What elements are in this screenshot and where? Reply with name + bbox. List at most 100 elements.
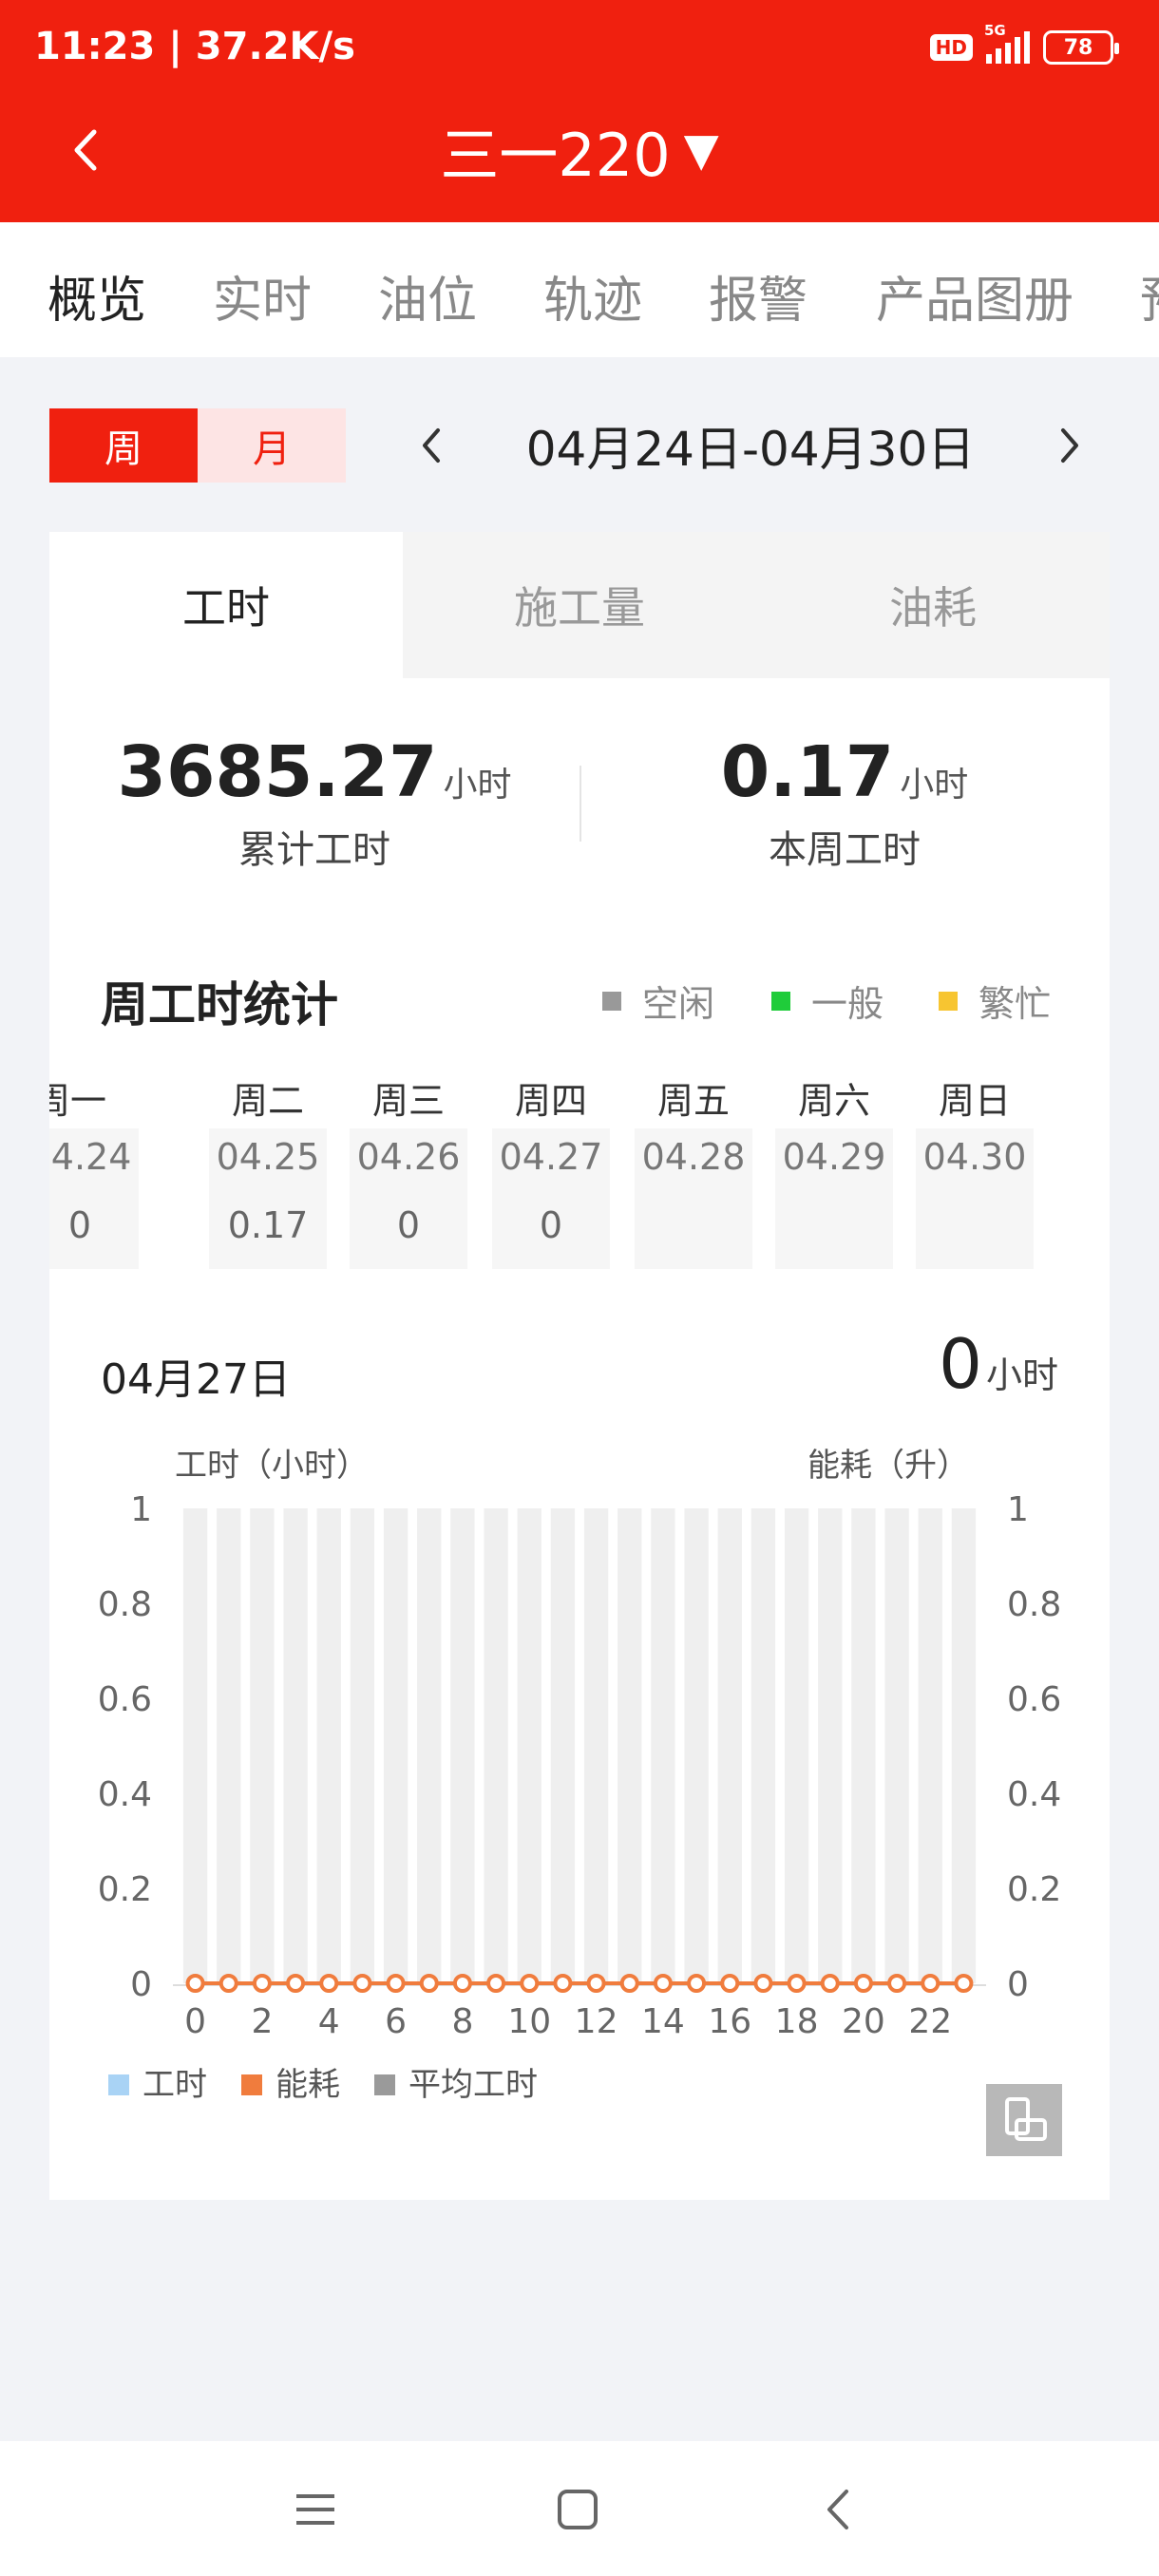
background-column [283,1508,308,1983]
background-column [550,1508,576,1983]
day-hours: 0.17 [227,1204,309,1246]
background-column [250,1508,275,1983]
day-date: 04.30 [922,1136,1027,1178]
next-range-button[interactable] [1041,410,1098,481]
background-column [651,1508,675,1983]
background-column [484,1508,508,1983]
x-tick-label: 4 [318,2002,340,2041]
day-box: 04.24 0 [49,1128,139,1269]
background-column [717,1508,742,1983]
day-box: 04.26 0 [350,1128,467,1269]
week-toggle[interactable]: 周 [49,408,198,483]
energy-point [820,1974,840,1993]
day-date: 04.29 [782,1136,886,1178]
home-icon [558,2490,598,2529]
tab-oil-level[interactable]: 油位 [378,260,477,331]
day-name: 周五 [656,1080,730,1122]
chart-legend-swatch [241,2074,262,2095]
day-name: 周二 [231,1080,304,1122]
x-tick-label: 2 [251,2002,273,2041]
background-column [383,1508,408,1983]
energy-point [619,1974,639,1993]
day-date: 04.25 [216,1136,320,1178]
tab-overview[interactable]: 概览 [48,260,147,331]
day-date: 04.28 [641,1136,746,1178]
selected-day-value: 0 [939,1324,982,1404]
energy-point [352,1974,372,1993]
energy-point [386,1974,406,1993]
day-cell[interactable]: 周六 04.29 [775,1071,893,1271]
day-cell[interactable]: 周日 04.30 [916,1071,1034,1271]
day-hours: 0 [67,1204,92,1246]
day-cell[interactable]: 周四 04.27 0 [492,1071,610,1271]
right-y-tick-label: 0 [1007,1965,1029,2004]
background-column [684,1508,709,1983]
signal-icon: 5G [984,22,1030,64]
energy-point [853,1974,873,1993]
left-y-tick-label: 1 [130,1490,152,1529]
back-icon [827,2490,848,2529]
day-name: 周日 [938,1080,1011,1122]
tab-product-catalog[interactable]: 产品图册 [876,260,1074,331]
day-hours: 0 [539,1204,563,1246]
weekly-stats-title: 周工时统计 [101,977,338,1032]
day-cell[interactable]: 周五 04.28 [635,1071,752,1271]
energy-point [486,1974,506,1993]
day-date: 04.26 [356,1136,461,1178]
day-cell[interactable]: 周二 04.25 0.17 [209,1071,327,1271]
menu-button[interactable] [276,2470,355,2549]
title-selector[interactable]: 三一220 ▼ [0,112,1159,190]
energy-point [185,1974,205,1993]
energy-point [452,1974,472,1993]
day-cell[interactable]: 周三 04.26 0 [350,1071,467,1271]
background-column [918,1508,942,1983]
energy-point [720,1974,740,1993]
left-y-tick-label: 0.4 [98,1775,152,1814]
energy-point [419,1974,439,1993]
background-column [517,1508,542,1983]
prev-range-button[interactable] [403,410,460,481]
week-hours-label: 本周工时 [769,828,921,872]
menu-icon [296,2494,334,2525]
week-hours-unit: 小时 [900,766,969,805]
day-cell[interactable]: 周一 04.24 0 [49,1071,175,1271]
week-hours-value: 0.17 [720,731,895,813]
energy-point [319,1974,339,1993]
background-column [350,1508,375,1983]
back-nav-button[interactable] [798,2470,878,2549]
day-date: 04.24 [49,1136,132,1178]
background-column [417,1508,442,1983]
battery-icon: 78 [1043,30,1119,65]
status-indicators: HD 5G 78 [929,22,1119,68]
back-button[interactable] [57,112,114,188]
month-toggle[interactable]: 月 [198,408,346,483]
energy-point [921,1974,940,1993]
day-box: 04.30 [916,1128,1034,1269]
tab-track[interactable]: 轨迹 [543,260,642,331]
tab-alarm[interactable]: 报警 [709,260,808,331]
x-tick-label: 6 [385,2002,407,2041]
total-hours-value: 3685.27 [117,731,438,813]
tab-work-hours[interactable]: 工时 [49,532,403,678]
legend-idle: 空闲 [602,975,714,1027]
hd-badge: HD [929,34,973,61]
hourly-chart: 工时（小时） 能耗（升） 0 0 0.2 0.2 0.4 0.4 0.6 0.6 0.8 0.8 1 1 0… [49,1444,1110,2147]
app-header: 11:23 | 37.2K/s HD 5G 78 三一220 ▼ [0,0,1159,222]
day-name: 周一 [49,1080,106,1122]
tab-realtime[interactable]: 实时 [213,260,312,331]
day-name: 周四 [514,1080,587,1122]
rotate-screen-button[interactable] [986,2084,1062,2156]
energy-point [218,1974,238,1993]
tab-more[interactable]: 预 [1140,260,1159,331]
home-button[interactable] [538,2470,618,2549]
right-y-tick-label: 0.8 [1007,1585,1061,1624]
tab-fuel-consumption[interactable]: 油耗 [756,532,1110,678]
status-bar: 11:23 | 37.2K/s HD 5G 78 [0,0,1159,95]
chart-legend-swatch [108,2074,129,2095]
tab-construction-volume[interactable]: 施工量 [403,532,756,678]
x-tick-label: 16 [708,2002,751,2041]
right-y-tick-label: 0.4 [1007,1775,1061,1814]
background-column [316,1508,341,1983]
x-tick-label: 14 [641,2002,685,2041]
week-hours-stat: 0.17 小时 本周工时 [580,731,1110,874]
